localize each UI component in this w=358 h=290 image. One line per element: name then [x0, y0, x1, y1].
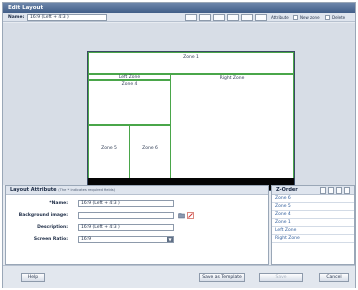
ratio-field-label: Screen Ratio:: [33, 237, 68, 242]
new-zone-label[interactable]: New zone: [300, 14, 320, 21]
z-order-header: Z-Order: [272, 186, 354, 195]
clear-image-icon[interactable]: [187, 212, 194, 219]
zone-6-label: Zone 6: [142, 146, 158, 151]
dialog-footer: Help Save as Template Save Cancel: [3, 265, 355, 288]
zone-5-label: Zone 5: [101, 146, 117, 151]
description-field-label: Description:: [37, 225, 68, 230]
background-row: Background image:: [6, 212, 268, 220]
align-top-button[interactable]: [227, 14, 239, 21]
z-order-panel: Z-Order Zone 6 Zone 5 Zone 4 Zone 1 Left…: [271, 185, 355, 265]
screen-ratio-value: 16:9: [81, 237, 92, 242]
delete-label[interactable]: Delete: [332, 14, 345, 21]
description-field[interactable]: 16:9 (Left + 4:3 ): [78, 224, 174, 231]
ratio-row: Screen Ratio: 16:9 ▼: [6, 236, 268, 244]
z-order-item[interactable]: Zone 6: [272, 195, 354, 203]
z-order-item[interactable]: Zone 4: [272, 211, 354, 219]
save-button[interactable]: Save: [259, 273, 303, 282]
window-title: Edit Layout: [3, 3, 355, 13]
attribute-label[interactable]: Attribute: [271, 14, 289, 21]
layout-workspace: Zone 1 Left Zone Zone 4 Right Zone Zone …: [3, 23, 355, 191]
z-order-title: Z-Order: [276, 187, 298, 193]
name-label: Name:: [8, 15, 25, 20]
z-order-item[interactable]: Zone 5: [272, 203, 354, 211]
zone-5[interactable]: Zone 5: [88, 125, 130, 179]
move-up-button[interactable]: [328, 187, 334, 194]
screen-ratio-select[interactable]: 16:9 ▼: [78, 236, 174, 243]
layout-attribute-panel: Layout Attribute (The * indicates requir…: [5, 185, 269, 265]
zone-6[interactable]: Zone 6: [129, 125, 171, 179]
name-field[interactable]: 16:9 (Left + 4:3 ): [78, 200, 174, 207]
description-row: Description: 16:9 (Left + 4:3 ): [6, 224, 268, 232]
required-note: (The * indicates required fields): [58, 188, 116, 192]
edit-layout-window: Edit Layout Name: 16:9 (Left + 4:3 ) Att…: [2, 2, 356, 288]
name-row: *Name: 16:9 (Left + 4:3 ): [6, 200, 268, 208]
attribute-checkbox[interactable]: [293, 15, 298, 20]
align-center-button[interactable]: [199, 14, 211, 21]
attribute-panel-title: Layout Attribute: [10, 187, 57, 193]
delete-checkbox[interactable]: [325, 15, 330, 20]
layout-canvas: Zone 1 Left Zone Zone 4 Right Zone Zone …: [87, 51, 295, 191]
align-middle-button[interactable]: [241, 14, 253, 21]
align-right-button[interactable]: [213, 14, 225, 21]
cancel-button[interactable]: Cancel: [319, 273, 349, 282]
background-image-field[interactable]: [78, 212, 174, 219]
zone-4[interactable]: Zone 4: [88, 80, 171, 125]
align-bottom-button[interactable]: [255, 14, 267, 21]
move-top-button[interactable]: [320, 187, 326, 194]
save-as-template-button[interactable]: Save as Template: [199, 273, 245, 282]
background-field-label: Background image:: [18, 213, 68, 218]
zone-1-label: Zone 1: [183, 55, 199, 60]
zone-1[interactable]: Zone 1: [88, 52, 294, 74]
layout-name-input[interactable]: 16:9 (Left + 4:3 ): [27, 14, 107, 21]
zone-4-label: Zone 4: [121, 82, 138, 87]
help-button[interactable]: Help: [21, 273, 45, 282]
align-left-button[interactable]: [185, 14, 197, 21]
right-zone[interactable]: Right Zone: [170, 74, 294, 179]
name-field-label: *Name:: [49, 201, 68, 206]
z-order-item[interactable]: Right Zone: [272, 235, 354, 243]
chevron-down-icon[interactable]: ▼: [167, 237, 173, 242]
move-down-button[interactable]: [336, 187, 342, 194]
z-order-item[interactable]: Left Zone: [272, 227, 354, 235]
browse-folder-icon[interactable]: [178, 212, 185, 219]
right-zone-label: Right Zone: [219, 76, 245, 81]
attribute-panel-header: Layout Attribute (The * indicates requir…: [6, 186, 268, 195]
toolbar: Name: 16:9 (Left + 4:3 ) Attribute New z…: [3, 13, 355, 22]
z-order-item[interactable]: Zone 1: [272, 219, 354, 227]
move-bottom-button[interactable]: [344, 187, 350, 194]
